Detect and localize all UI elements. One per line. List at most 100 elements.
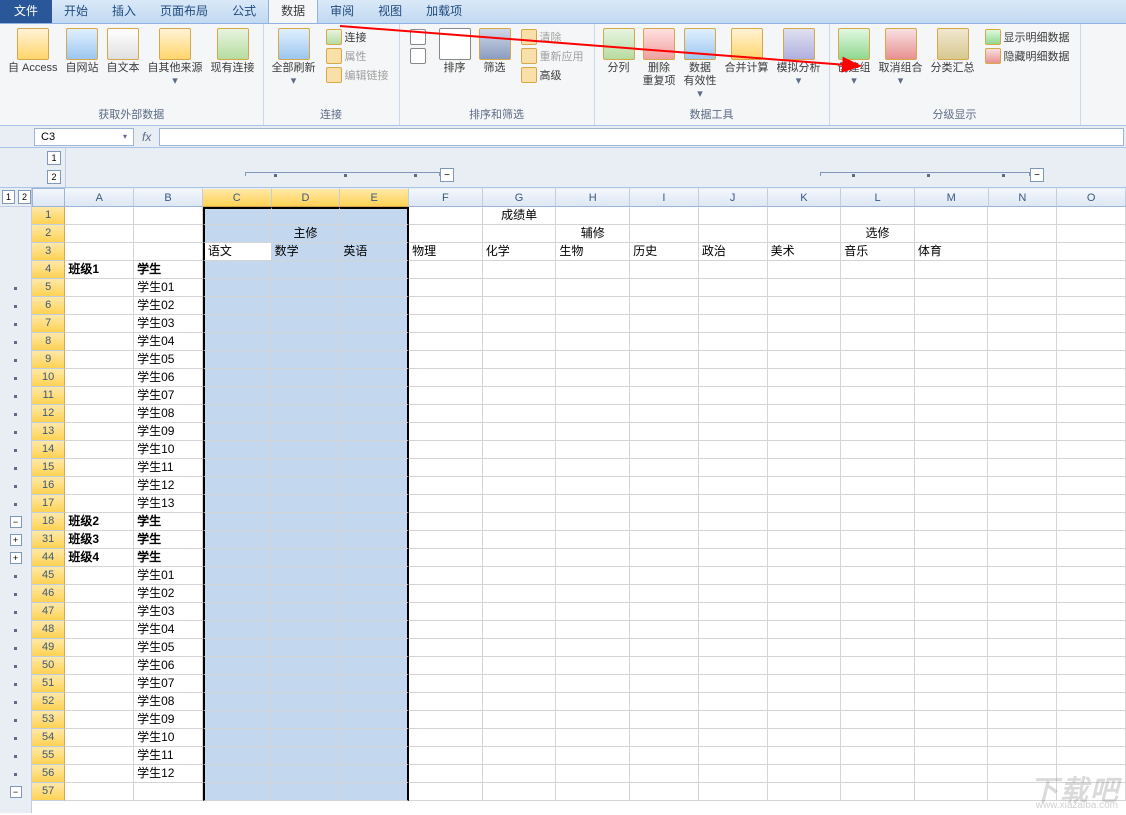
cell-I48[interactable] [630,621,699,639]
cell-B56[interactable]: 学生12 [134,765,203,783]
cell-I4[interactable] [630,261,699,279]
cell-I8[interactable] [630,333,699,351]
cell-H12[interactable] [556,405,630,423]
cell-I14[interactable] [630,441,699,459]
cell-J5[interactable] [699,279,768,297]
col-header-D[interactable]: D [272,188,341,207]
row-header-10[interactable]: 10 [32,369,65,387]
col-header-O[interactable]: O [1057,188,1126,207]
cell-B10[interactable]: 学生06 [134,369,203,387]
cell-C13[interactable] [203,423,272,441]
cell-J14[interactable] [699,441,768,459]
cell-G1[interactable]: 成绩单 [483,207,557,225]
cell-G56[interactable] [483,765,557,783]
cell-G10[interactable] [483,369,557,387]
cell-D11[interactable] [272,387,341,405]
cell-C53[interactable] [203,711,272,729]
cell-I16[interactable] [630,477,699,495]
cell-D54[interactable] [272,729,341,747]
cell-B13[interactable]: 学生09 [134,423,203,441]
cell-D9[interactable] [272,351,341,369]
cell-B51[interactable]: 学生07 [134,675,203,693]
row-header-31[interactable]: 31 [32,531,65,549]
row-header-4[interactable]: 4 [32,261,65,279]
cell-I2[interactable] [630,225,699,243]
cell-C11[interactable] [203,387,272,405]
cell-M45[interactable] [915,567,989,585]
cell-J2[interactable] [699,225,768,243]
cell-A6[interactable] [65,297,134,315]
cell-N46[interactable] [988,585,1057,603]
cell-D12[interactable] [272,405,341,423]
cell-N51[interactable] [988,675,1057,693]
cell-N50[interactable] [988,657,1057,675]
cell-E48[interactable] [340,621,409,639]
cell-M31[interactable] [915,531,989,549]
cell-D2[interactable]: 主修 [272,225,341,243]
cell-K45[interactable] [768,567,842,585]
cell-H48[interactable] [556,621,630,639]
cell-E50[interactable] [340,657,409,675]
sort-button[interactable]: 排序 [435,26,475,77]
cell-F8[interactable] [409,333,483,351]
cell-N15[interactable] [988,459,1057,477]
row-toggle-57[interactable]: − [10,786,22,798]
cell-L14[interactable] [841,441,915,459]
cell-C6[interactable] [203,297,272,315]
row-level-1[interactable]: 1 [2,190,15,204]
row-toggle-31[interactable]: + [10,534,22,546]
cell-D5[interactable] [272,279,341,297]
cell-C47[interactable] [203,603,272,621]
col-header-J[interactable]: J [699,188,768,207]
cell-G13[interactable] [483,423,557,441]
cell-I17[interactable] [630,495,699,513]
cell-J16[interactable] [699,477,768,495]
cell-M14[interactable] [915,441,989,459]
cell-B2[interactable] [134,225,203,243]
cell-G16[interactable] [483,477,557,495]
cell-M44[interactable] [915,549,989,567]
cell-F2[interactable] [409,225,483,243]
cell-M48[interactable] [915,621,989,639]
cell-H49[interactable] [556,639,630,657]
subtotal-button[interactable]: 分类汇总 [927,26,979,77]
cell-K10[interactable] [768,369,842,387]
cell-D48[interactable] [272,621,341,639]
cell-O2[interactable] [1057,225,1126,243]
row-header-49[interactable]: 49 [32,639,65,657]
cell-L16[interactable] [841,477,915,495]
cell-B54[interactable]: 学生10 [134,729,203,747]
cell-M13[interactable] [915,423,989,441]
cell-J13[interactable] [699,423,768,441]
row-header-15[interactable]: 15 [32,459,65,477]
cell-I15[interactable] [630,459,699,477]
cell-D15[interactable] [272,459,341,477]
cell-G11[interactable] [483,387,557,405]
cell-C9[interactable] [203,351,272,369]
cell-N47[interactable] [988,603,1057,621]
cell-K14[interactable] [768,441,842,459]
cell-B7[interactable]: 学生03 [134,315,203,333]
tab-view[interactable]: 视图 [366,0,414,23]
cell-G8[interactable] [483,333,557,351]
remove-dup-button[interactable]: 删除 重复项 [639,26,680,90]
whatif-button[interactable]: 模拟分析▾ [773,26,825,90]
cell-A17[interactable] [65,495,134,513]
cell-G49[interactable] [483,639,557,657]
cell-O48[interactable] [1057,621,1126,639]
cell-B31[interactable]: 学生 [134,531,203,549]
row-header-56[interactable]: 56 [32,765,65,783]
cell-L5[interactable] [841,279,915,297]
cell-L18[interactable] [841,513,915,531]
advanced-filter-button[interactable]: 高级 [517,66,588,84]
cell-N10[interactable] [988,369,1057,387]
cell-J46[interactable] [699,585,768,603]
row-header-48[interactable]: 48 [32,621,65,639]
cell-M15[interactable] [915,459,989,477]
cell-G17[interactable] [483,495,557,513]
cell-C46[interactable] [203,585,272,603]
cell-M4[interactable] [915,261,989,279]
col-collapse-cde[interactable]: − [440,168,454,182]
cell-B57[interactable] [134,783,203,801]
cell-H8[interactable] [556,333,630,351]
